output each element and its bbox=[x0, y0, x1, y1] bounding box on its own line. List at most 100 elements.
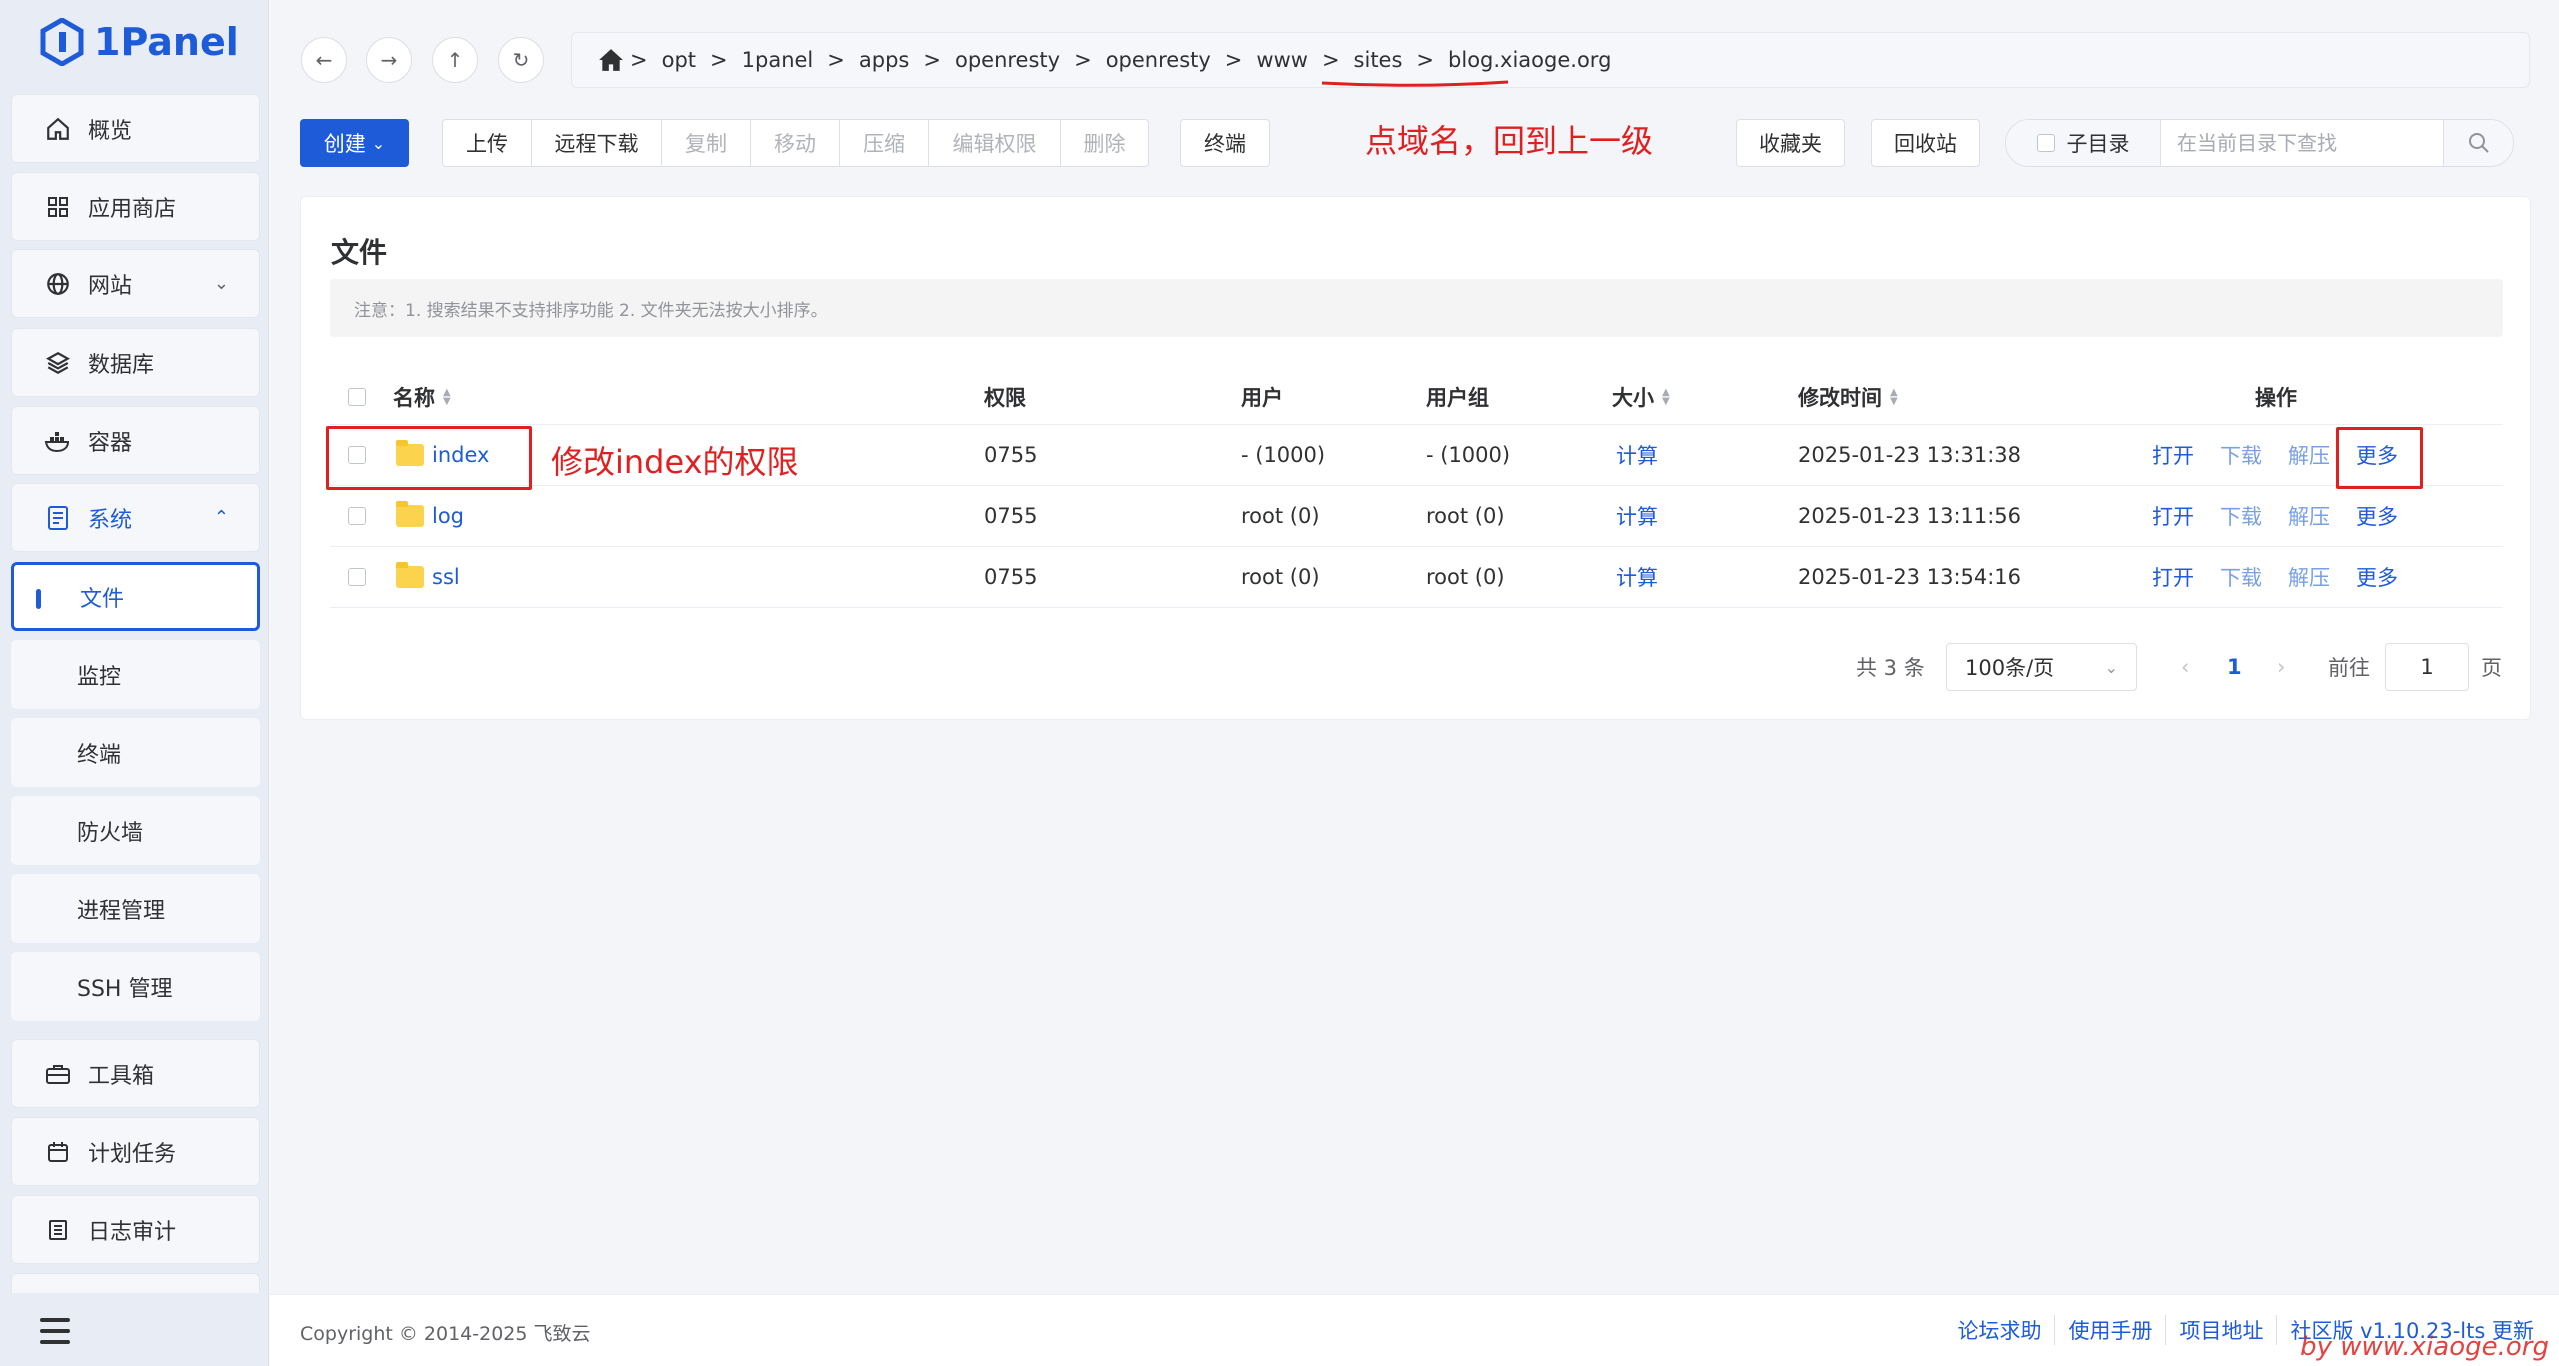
subdir-checkbox[interactable]: 子目录 bbox=[2006, 120, 2161, 166]
column-label: 用户 bbox=[1241, 385, 1283, 410]
extract-link[interactable]: 解压 bbox=[2288, 486, 2330, 546]
breadcrumb-item[interactable]: openresty bbox=[1092, 48, 1225, 72]
column-mtime[interactable]: 修改时间 ▲ ▼ bbox=[1798, 369, 1898, 424]
sidebar-item-label: 网站 bbox=[88, 273, 133, 299]
upload-button[interactable]: 上传 bbox=[442, 119, 532, 167]
back-arrow-icon[interactable]: ← bbox=[301, 37, 347, 83]
refresh-icon[interactable]: ↻ bbox=[498, 37, 544, 83]
sidebar-item-toolbox[interactable]: 工具箱 bbox=[11, 1039, 260, 1108]
prev-page-icon[interactable]: ‹ bbox=[2181, 643, 2189, 691]
compute-size-link[interactable]: 计算 bbox=[1616, 486, 1658, 546]
delete-button[interactable]: 删除 bbox=[1060, 119, 1149, 167]
footer-link-manual[interactable]: 使用手册 bbox=[2055, 1315, 2167, 1345]
edit-permission-label: 编辑权限 bbox=[952, 132, 1037, 156]
breadcrumb-separator: > bbox=[630, 48, 648, 72]
recycle-bin-button[interactable]: 回收站 bbox=[1871, 119, 1980, 167]
download-link[interactable]: 下载 bbox=[2220, 425, 2262, 485]
extract-link[interactable]: 解压 bbox=[2288, 547, 2330, 607]
row-checkbox[interactable] bbox=[348, 547, 366, 607]
file-name-link[interactable]: ssl bbox=[432, 565, 460, 589]
sidebar-item-website[interactable]: 网站 ⌄ bbox=[11, 249, 260, 318]
chevron-up-icon: ⌃ bbox=[213, 507, 229, 528]
compute-size-link[interactable]: 计算 bbox=[1616, 547, 1658, 607]
sidebar-item-label: 应用商店 bbox=[88, 196, 177, 222]
breadcrumb-item[interactable]: 1panel bbox=[728, 48, 828, 72]
sidebar-item-container[interactable]: 容器 bbox=[11, 406, 260, 475]
terminal-button[interactable]: 终端 bbox=[1180, 119, 1270, 167]
breadcrumb-item-current[interactable]: blog.xiaoge.org bbox=[1434, 48, 1625, 72]
breadcrumb-separator: > bbox=[1074, 48, 1092, 72]
annotation-box-index bbox=[326, 426, 532, 490]
file-permission: 0755 bbox=[984, 504, 1038, 528]
breadcrumb-item[interactable]: sites bbox=[1340, 48, 1417, 72]
sidebar-item-overview[interactable]: 概览 bbox=[11, 94, 260, 163]
file-name[interactable]: ssl bbox=[396, 547, 460, 607]
annotation-breadcrumb-note: 点域名，回到上一级 bbox=[1365, 122, 1654, 160]
open-link[interactable]: 打开 bbox=[2152, 547, 2194, 607]
favorites-button[interactable]: 收藏夹 bbox=[1736, 119, 1845, 167]
open-link[interactable]: 打开 bbox=[2152, 486, 2194, 546]
sidebar-item-appstore[interactable]: 应用商店 bbox=[11, 172, 260, 241]
select-all-checkbox[interactable] bbox=[348, 369, 366, 424]
more-link[interactable]: 更多 bbox=[2356, 486, 2398, 546]
page-number-current[interactable]: 1 bbox=[2227, 643, 2242, 691]
collapse-menu-icon[interactable] bbox=[40, 1318, 70, 1344]
column-size[interactable]: 大小 ▲ ▼ bbox=[1612, 369, 1670, 424]
compress-button[interactable]: 压缩 bbox=[839, 119, 929, 167]
goto-page-input[interactable]: 1 bbox=[2385, 643, 2469, 691]
checkbox[interactable] bbox=[2036, 134, 2055, 152]
sidebar-item-database[interactable]: 数据库 bbox=[11, 328, 260, 397]
grid-icon bbox=[44, 193, 72, 221]
compute-size-link[interactable]: 计算 bbox=[1616, 425, 1658, 485]
file-mtime: 2025-01-23 13:11:56 bbox=[1798, 504, 2022, 528]
sidebar-item-audit-log[interactable]: 日志审计 bbox=[11, 1195, 260, 1264]
up-arrow-icon[interactable]: ↑ bbox=[432, 37, 478, 83]
extract-link[interactable]: 解压 bbox=[2288, 425, 2330, 485]
file-name-link[interactable]: log bbox=[432, 504, 464, 528]
sidebar-subitem-ssh[interactable]: SSH 管理 bbox=[11, 952, 260, 1021]
next-page-icon[interactable]: › bbox=[2277, 643, 2285, 691]
sort-icon: ▲ ▼ bbox=[1890, 386, 1898, 407]
subdir-label: 子目录 bbox=[2066, 132, 2130, 156]
copy-button[interactable]: 复制 bbox=[661, 119, 751, 167]
more-link[interactable]: 更多 bbox=[2356, 547, 2398, 607]
file-name[interactable]: log bbox=[396, 486, 464, 546]
footer-link-project[interactable]: 项目地址 bbox=[2166, 1315, 2278, 1345]
file-mtime: 2025-01-23 13:31:38 bbox=[1798, 443, 2022, 467]
sidebar-item-cron[interactable]: 计划任务 bbox=[11, 1117, 260, 1186]
search-icon[interactable] bbox=[2443, 120, 2513, 166]
sidebar-subitem-label: 文件 bbox=[80, 586, 125, 612]
page-size-select[interactable]: 100条/页 ⌄ bbox=[1946, 643, 2137, 691]
column-name[interactable]: 名称 ▲ ▼ bbox=[393, 369, 451, 424]
copy-label: 复制 bbox=[685, 132, 727, 156]
footer-link-forum[interactable]: 论坛求助 bbox=[1944, 1315, 2056, 1345]
brand-logo[interactable]: 1Panel bbox=[40, 16, 239, 68]
sidebar-subitem-process[interactable]: 进程管理 bbox=[11, 874, 260, 943]
breadcrumb-item[interactable]: openresty bbox=[941, 48, 1074, 72]
sidebar-subitem-terminal[interactable]: 终端 bbox=[11, 718, 260, 787]
sidebar-subitem-firewall[interactable]: 防火墙 bbox=[11, 796, 260, 865]
sidebar-subitem-files[interactable]: 文件 bbox=[11, 562, 260, 631]
move-button[interactable]: 移动 bbox=[750, 119, 840, 167]
row-checkbox[interactable] bbox=[348, 486, 366, 546]
sidebar-item-partial bbox=[11, 1273, 260, 1293]
create-button[interactable]: 创建 ⌄ bbox=[300, 119, 409, 167]
download-link[interactable]: 下载 bbox=[2220, 547, 2262, 607]
remote-download-button[interactable]: 远程下载 bbox=[531, 119, 662, 167]
breadcrumb-item[interactable]: www bbox=[1242, 48, 1322, 72]
sidebar-subitem-label: SSH 管理 bbox=[77, 976, 173, 1002]
sidebar-subitem-monitor[interactable]: 监控 bbox=[11, 640, 260, 709]
column-group: 用户组 bbox=[1426, 369, 1489, 424]
home-icon[interactable] bbox=[596, 45, 626, 75]
open-link[interactable]: 打开 bbox=[2152, 425, 2194, 485]
sidebar-item-system[interactable]: 系统 ⌃ bbox=[11, 483, 260, 552]
breadcrumb-item[interactable]: opt bbox=[648, 48, 710, 72]
file-user: root (0) bbox=[1241, 565, 1320, 589]
search-input[interactable] bbox=[2161, 120, 2443, 166]
breadcrumb-item[interactable]: apps bbox=[845, 48, 923, 72]
forward-arrow-icon[interactable]: → bbox=[366, 37, 412, 83]
edit-permission-button[interactable]: 编辑权限 bbox=[928, 119, 1061, 167]
sort-icon: ▲ ▼ bbox=[1662, 386, 1670, 407]
download-link[interactable]: 下载 bbox=[2220, 486, 2262, 546]
annotation-row-note: 修改index的权限 bbox=[551, 443, 799, 481]
